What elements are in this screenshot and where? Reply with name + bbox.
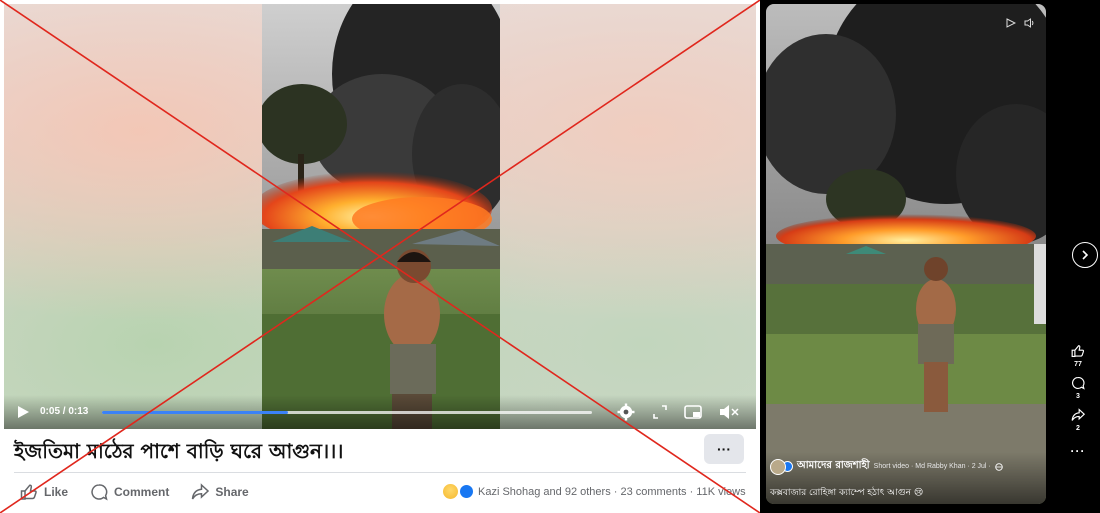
more-icon[interactable]: ··· — [1071, 444, 1086, 458]
reel-top-controls — [1006, 18, 1036, 28]
pip-icon[interactable] — [684, 404, 702, 420]
progress-bar[interactable] — [102, 411, 592, 414]
like-reaction-icon — [459, 484, 474, 499]
person-head — [924, 257, 948, 281]
huts — [766, 244, 1046, 289]
like-icon — [20, 484, 37, 500]
reel-side-actions: 77 3 2 ··· — [1066, 344, 1090, 458]
reel-caption: কক্সবাজার রোহিঙ্গা ক্যাম্পে হঠাৎ আগুন 😢 — [770, 488, 924, 498]
reel-frame — [766, 4, 1046, 504]
person-torso — [384, 274, 440, 354]
reactions-text: Kazi Shohag and 92 others · 23 comments … — [478, 485, 746, 498]
sad-reaction-icon — [443, 484, 458, 499]
page-root: 0:05 / 0:13 ইজতিমা মাঠের পাশে বাড়ি ঘরে … — [0, 0, 1100, 513]
reel-comment-button[interactable]: 3 — [1071, 376, 1085, 400]
comment-button[interactable]: Comment — [90, 483, 169, 501]
like-button[interactable]: Like — [20, 483, 68, 501]
share-icon — [192, 483, 210, 500]
reel-video[interactable] — [766, 4, 1046, 504]
volume-icon[interactable] — [1024, 18, 1036, 28]
lungi — [390, 344, 436, 394]
chevron-right-icon — [1082, 250, 1089, 260]
share-button[interactable]: Share — [191, 483, 249, 501]
like-count: 77 — [1074, 361, 1082, 368]
video-frame[interactable] — [262, 4, 500, 429]
time-display: 0:05 / 0:13 — [40, 406, 89, 417]
expand-icon[interactable] — [652, 404, 668, 420]
comment-count: 3 — [1076, 393, 1080, 400]
bystander — [1034, 244, 1046, 324]
settings-icon[interactable] — [617, 403, 635, 421]
share-label: Share — [215, 485, 249, 499]
reactions-summary[interactable]: Kazi Shohag and 92 others · 23 comments … — [443, 484, 746, 499]
play-icon[interactable] — [16, 405, 30, 419]
globe-icon — [995, 462, 1003, 471]
lungi — [918, 324, 954, 364]
video-player[interactable]: 0:05 / 0:13 — [4, 4, 756, 429]
share-icon — [1071, 408, 1085, 421]
post-actions: Like Comment Share — [20, 483, 249, 501]
comment-icon — [1072, 376, 1085, 390]
share-count: 2 — [1076, 425, 1080, 432]
reel-share-button[interactable]: 2 — [1071, 408, 1085, 432]
more-icon: ··· — [717, 441, 731, 457]
divider — [14, 472, 746, 473]
reel-meta: Short video · Md Rabby Khan · 2 Jul · — [873, 463, 991, 470]
more-options-button[interactable]: ··· — [704, 434, 744, 464]
post-title: ইজতিমা মাঠের পাশে বাড়ি ঘরে আগুন।।। — [14, 439, 344, 463]
play-icon[interactable] — [1006, 18, 1016, 28]
like-icon — [1071, 345, 1085, 358]
comment-icon — [91, 484, 108, 501]
reel-like-button[interactable]: 77 — [1071, 344, 1085, 368]
video-controls-bar: 0:05 / 0:13 — [4, 395, 756, 429]
progress-fill — [102, 411, 289, 414]
mute-icon[interactable] — [718, 403, 740, 421]
reel-author[interactable]: আমাদের রাজশাহী Short video · Md Rabby Kh… — [770, 458, 1003, 475]
page-name[interactable]: আমাদের রাজশাহী — [797, 458, 870, 475]
reel-viewer: আমাদের রাজশাহী Short video · Md Rabby Kh… — [760, 0, 1100, 513]
video-post: 0:05 / 0:13 ইজতিমা মাঠের পাশে বাড়ি ঘরে … — [0, 0, 760, 513]
person-legs — [924, 362, 948, 412]
next-reel-button[interactable] — [1072, 242, 1098, 268]
avatar[interactable] — [770, 458, 786, 475]
like-label: Like — [44, 485, 69, 499]
comment-label: Comment — [114, 485, 170, 499]
